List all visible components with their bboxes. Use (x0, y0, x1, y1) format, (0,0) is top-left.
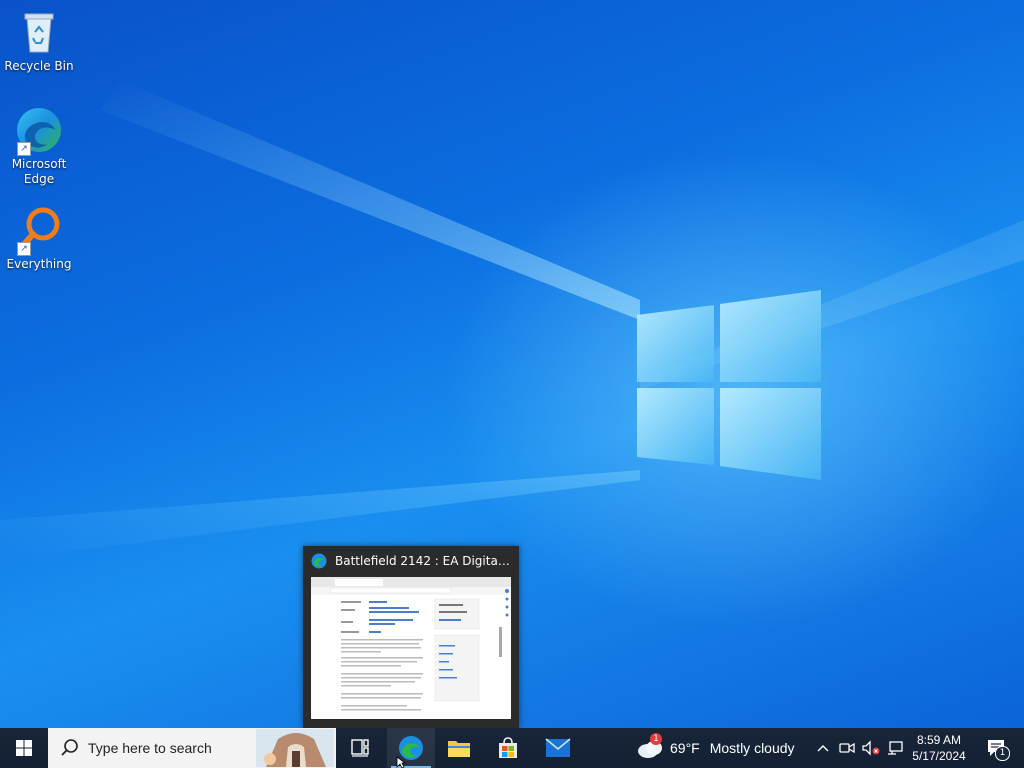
network-wired-icon (888, 741, 903, 755)
weather-condition: Mostly cloudy (709, 740, 795, 756)
windows-logo-wallpaper (637, 290, 821, 480)
browser-thumbnail-image (311, 577, 511, 711)
preview-title: Battlefield 2142 : EA Digital Illusi... (335, 554, 511, 568)
network-tray-button[interactable] (884, 728, 906, 768)
taskbar-app-microsoft-store[interactable] (484, 728, 532, 768)
desktop-icon-recycle-bin[interactable]: Recycle Bin (3, 8, 75, 74)
notification-count-badge: 1 (995, 746, 1010, 761)
chevron-up-icon (817, 745, 829, 752)
mouse-cursor-icon (396, 756, 406, 768)
task-view-icon (351, 739, 369, 757)
clock-time: 8:59 AM (916, 733, 962, 747)
volume-tray-button[interactable] (860, 728, 882, 768)
task-view-button[interactable] (336, 728, 384, 768)
recycle-bin-icon (24, 13, 54, 53)
taskbar-app-edge[interactable] (387, 728, 435, 768)
store-icon (499, 737, 517, 758)
preview-thumbnail[interactable] (311, 577, 511, 719)
clock-date: 5/17/2024 (912, 749, 966, 763)
desktop-icon-everything[interactable]: ↗ Everything (3, 206, 75, 272)
weather-alert-badge: 1 (650, 733, 662, 745)
taskbar-app-file-explorer[interactable] (435, 728, 483, 768)
clock[interactable]: 8:59 AM 5/17/2024 (906, 728, 972, 768)
notification-center-button[interactable]: 1 (976, 728, 1016, 768)
desktop-icon-label: Microsoft Edge (11, 157, 67, 186)
taskbar-preview-window[interactable]: Battlefield 2142 : EA Digital Illusi... (303, 546, 519, 728)
taskbar-search-box[interactable]: Type here to search (48, 728, 336, 768)
taskbar: Type here to search 1 69°F Mostly cloudy… (0, 728, 1024, 768)
video-camera-icon (839, 742, 855, 754)
search-placeholder: Type here to search (88, 740, 212, 756)
volume-muted-icon (862, 740, 880, 756)
weather-widget[interactable]: 1 69°F Mostly cloudy (636, 728, 796, 768)
shortcut-arrow-icon: ↗ (17, 242, 31, 256)
desktop-icon-label: Recycle Bin (4, 59, 74, 73)
taskbar-app-mail[interactable] (534, 728, 582, 768)
search-highlight-image (256, 729, 334, 767)
desktop: Recycle Bin ↗ Microsoft Edge ↗ Everythin… (0, 0, 1024, 728)
mail-icon (545, 738, 571, 757)
windows-start-icon (16, 740, 32, 756)
meet-now-tray-button[interactable] (836, 728, 858, 768)
folder-icon (448, 741, 470, 757)
edge-icon (311, 553, 327, 569)
start-button[interactable] (0, 728, 48, 768)
desktop-icon-microsoft-edge[interactable]: ↗ Microsoft Edge (3, 106, 75, 187)
weather-temperature: 69°F (670, 740, 700, 756)
desktop-icon-label: Everything (6, 257, 72, 271)
show-hidden-icons-button[interactable] (812, 728, 834, 768)
shortcut-arrow-icon: ↗ (17, 142, 31, 156)
search-icon (61, 739, 78, 756)
